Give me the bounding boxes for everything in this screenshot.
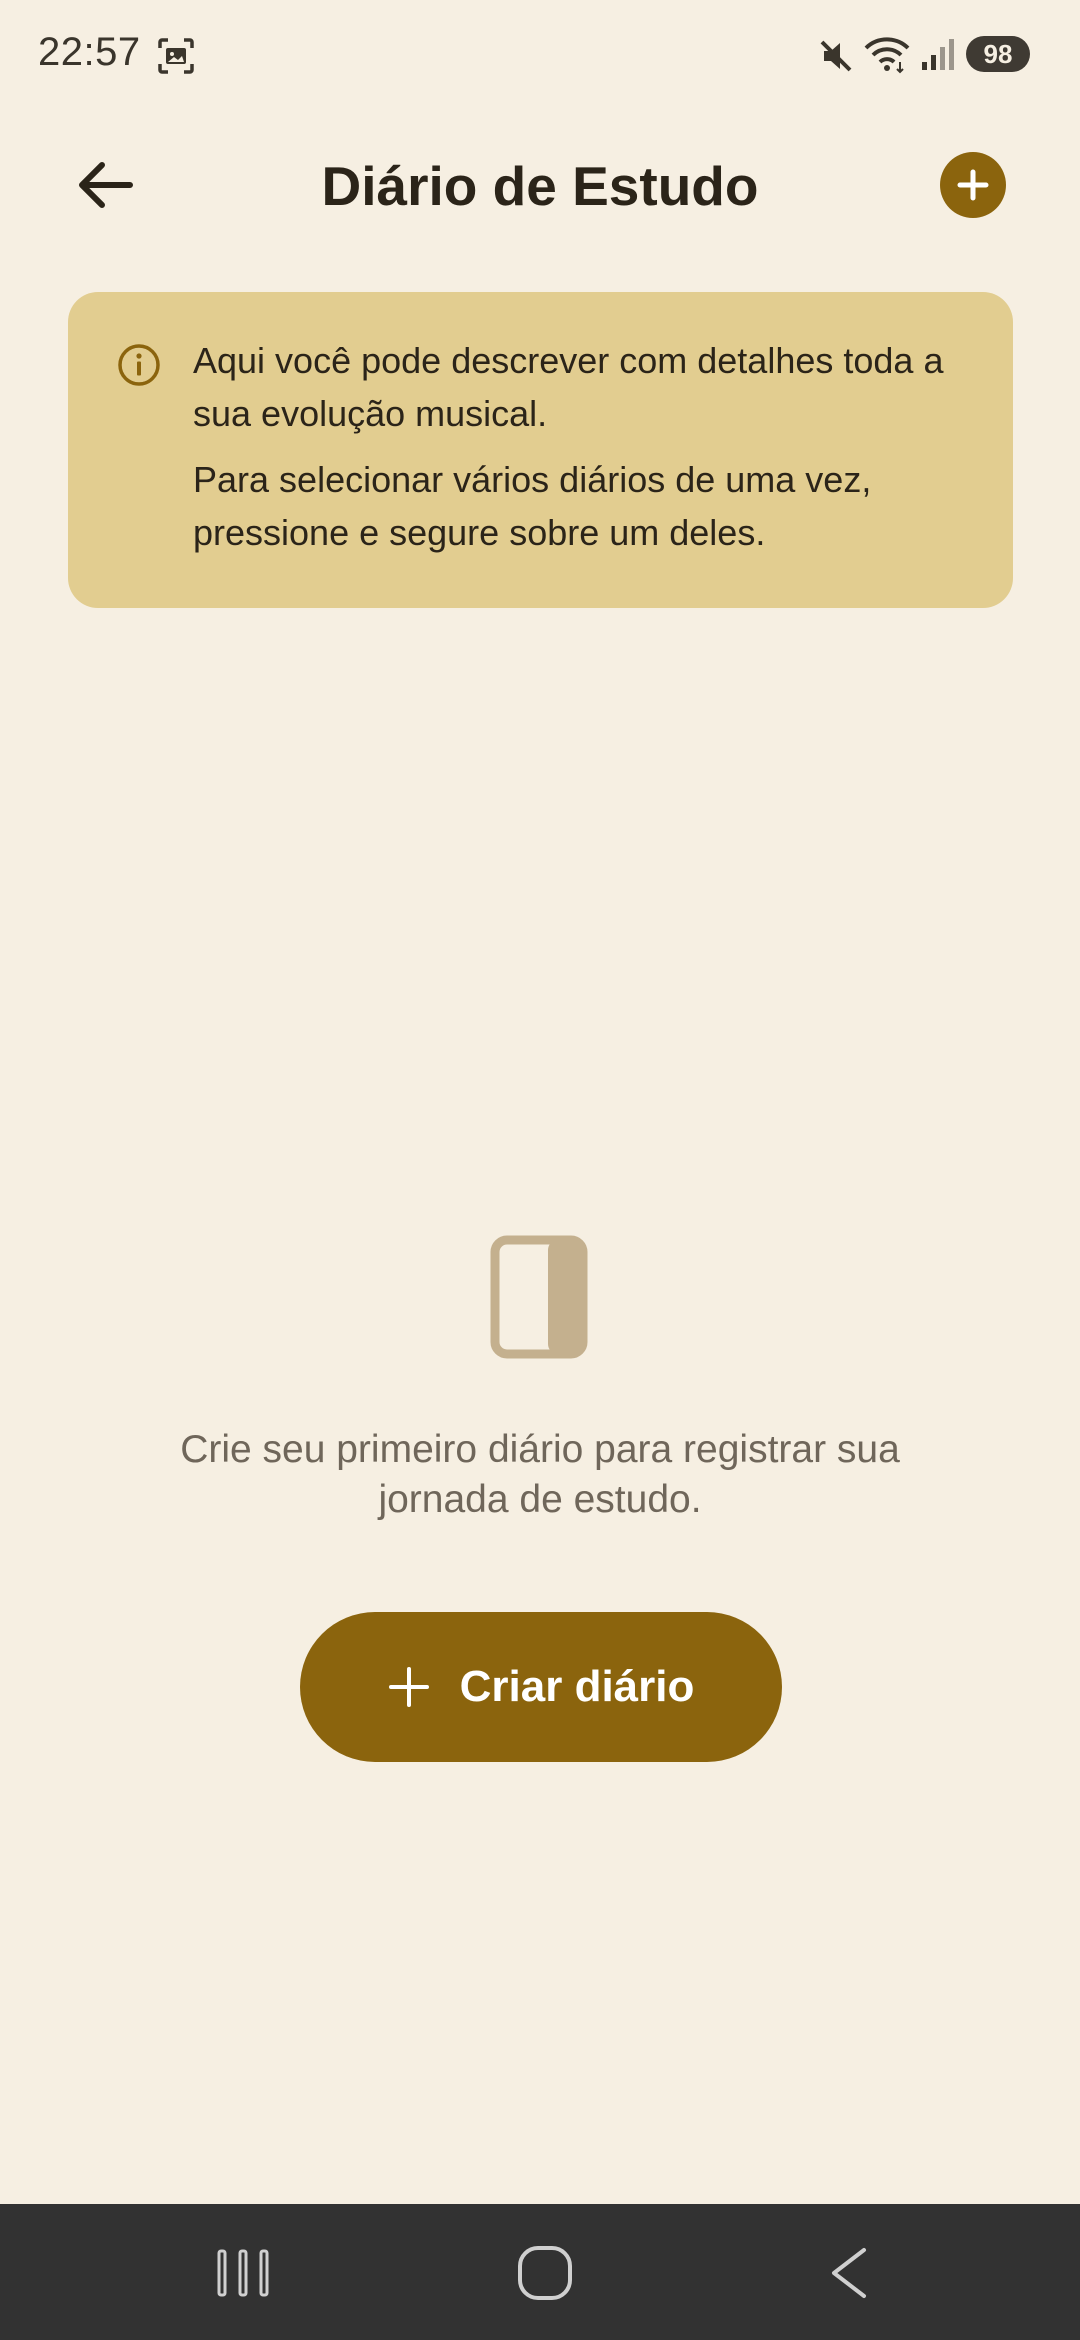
- empty-state: Crie seu primeiro diário para registrar …: [0, 1235, 1080, 1525]
- empty-state-message: Crie seu primeiro diário para registrar …: [180, 1428, 900, 1521]
- info-line-2: Para selecionar vários diários de uma ve…: [193, 459, 872, 553]
- status-bar: 22:57 98: [0, 0, 1080, 110]
- info-line-1: Aqui você pode descrever com detalhes to…: [193, 340, 944, 434]
- create-journal-label: Criar diário: [459, 1662, 695, 1711]
- info-icon: [118, 344, 160, 386]
- system-nav-bar: [0, 2204, 1080, 2340]
- info-text: Aqui você pode descrever com detalhes to…: [193, 334, 983, 559]
- signal-icon: [922, 39, 954, 70]
- plus-circle-icon: [957, 169, 989, 201]
- wifi-icon: [864, 37, 910, 74]
- mute-icon: [820, 40, 852, 72]
- page-title: Diário de Estudo: [321, 155, 759, 217]
- home-icon[interactable]: [516, 2244, 574, 2302]
- info-card: Aqui você pode descrever com detalhes to…: [68, 292, 1013, 608]
- screenshot-icon: [158, 38, 194, 74]
- battery-badge: 98: [966, 36, 1030, 72]
- app-bar: Diário de Estudo: [0, 130, 1080, 240]
- recents-icon[interactable]: [215, 2248, 271, 2298]
- journal-icon: [490, 1235, 588, 1359]
- add-journal-button[interactable]: [940, 152, 1006, 218]
- status-time: 22:57: [38, 30, 141, 74]
- back-icon[interactable]: [826, 2246, 872, 2300]
- plus-icon: [388, 1667, 429, 1707]
- create-journal-button[interactable]: Criar diário: [300, 1612, 782, 1762]
